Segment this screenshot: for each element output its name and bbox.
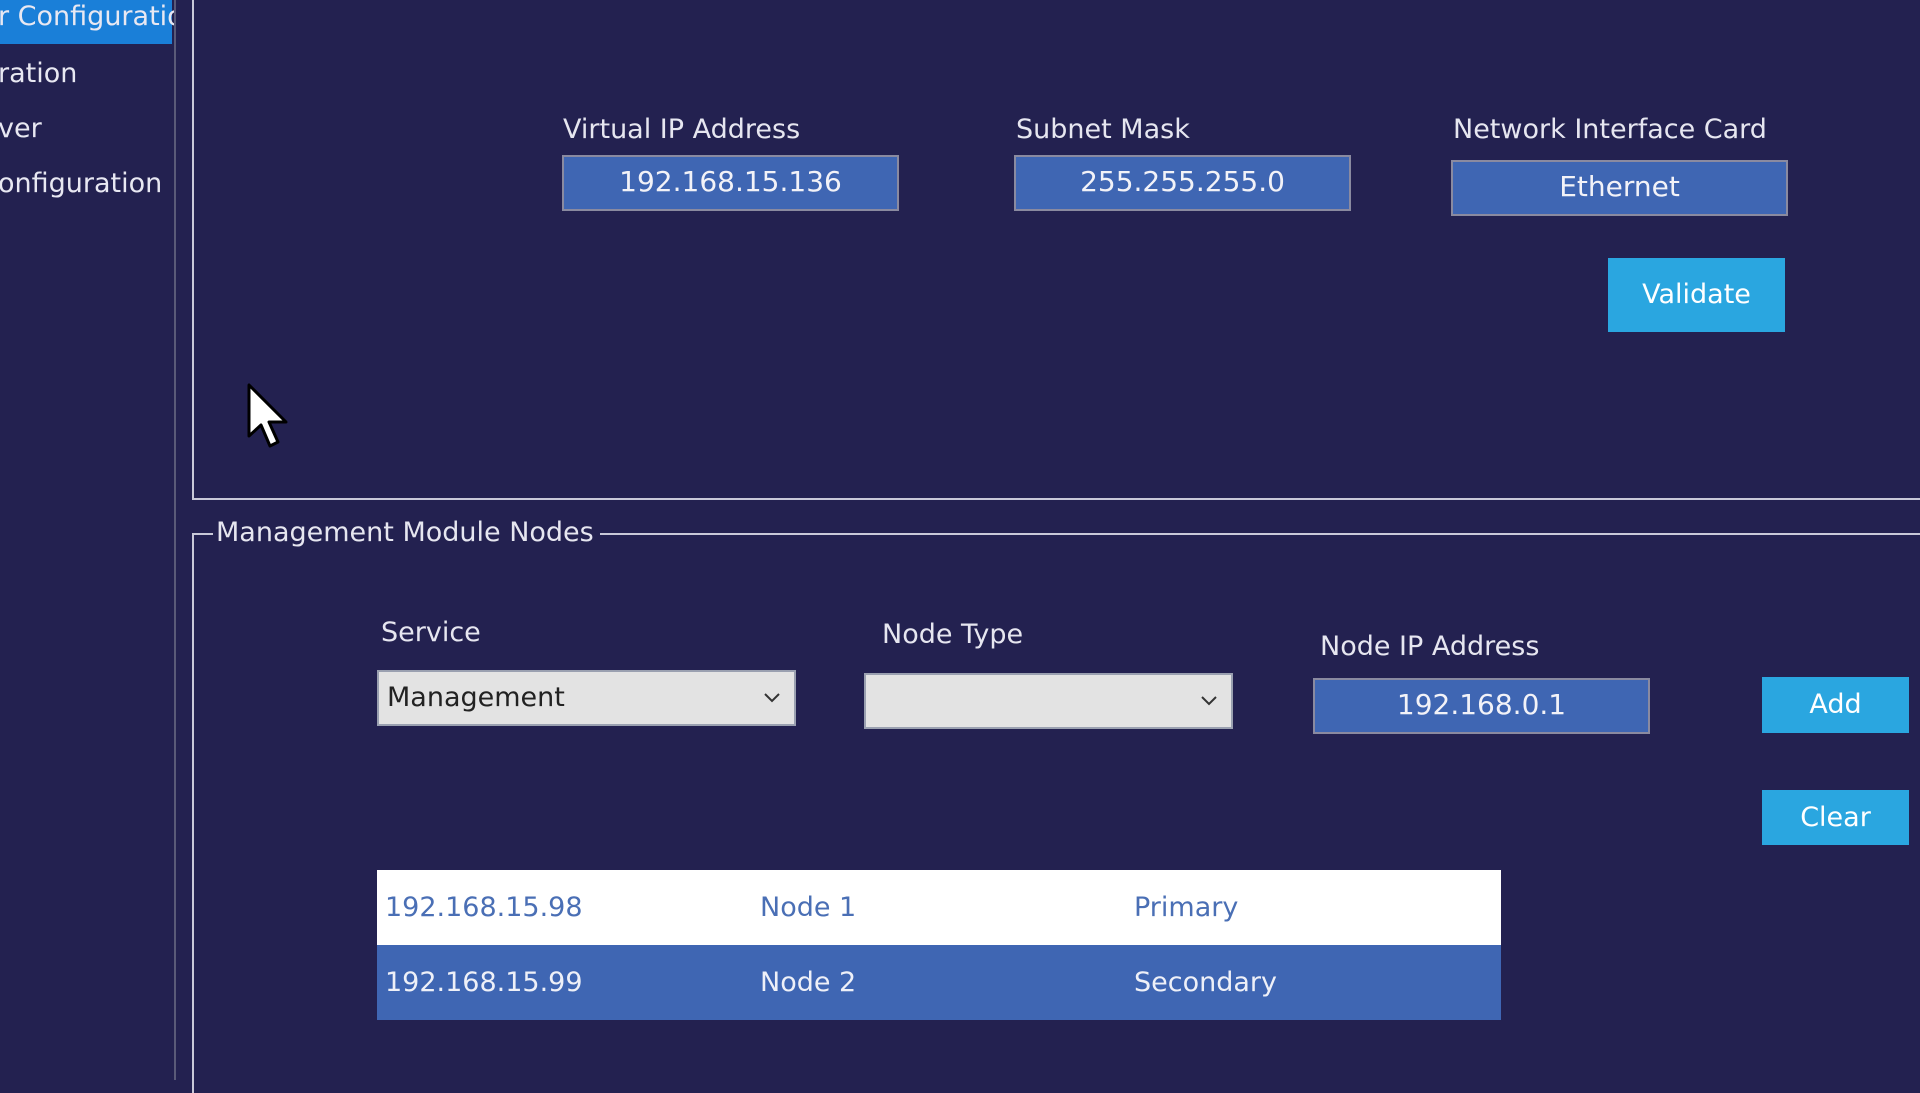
node-role-cell: Secondary xyxy=(1134,967,1277,998)
subnet-mask-input[interactable]: 255.255.255.0 xyxy=(1014,155,1351,211)
node-name-cell: Node 1 xyxy=(760,892,857,923)
sidebar-item-label: onfiguration xyxy=(0,168,163,199)
service-label: Service xyxy=(381,617,481,648)
sidebar-item-configuration-active[interactable]: r Configuratio xyxy=(0,0,174,44)
nic-input[interactable]: Ethernet xyxy=(1451,160,1788,216)
node-name-cell: Node 2 xyxy=(760,967,857,998)
virtual-ip-input[interactable]: 192.168.15.136 xyxy=(562,155,899,211)
virtual-ip-group xyxy=(192,0,1920,500)
sidebar-item-onfiguration[interactable]: onfiguration xyxy=(0,163,174,211)
service-select-value: Management xyxy=(387,682,565,713)
node-role-cell: Primary xyxy=(1134,892,1239,923)
nic-label: Network Interface Card xyxy=(1453,114,1767,145)
management-module-nodes-title: Management Module Nodes xyxy=(213,517,600,549)
virtual-ip-label: Virtual IP Address xyxy=(563,114,801,145)
validate-button[interactable]: Validate xyxy=(1608,258,1785,332)
list-item[interactable]: 192.168.15.98 Node 1 Primary xyxy=(377,870,1501,945)
node-type-label: Node Type xyxy=(882,619,1024,650)
sidebar-item-label: r Configuratio xyxy=(0,1,176,32)
nodes-list[interactable]: 192.168.15.98 Node 1 Primary 192.168.15.… xyxy=(377,870,1501,1020)
node-type-select[interactable] xyxy=(864,673,1233,729)
chevron-down-icon xyxy=(1201,696,1217,706)
node-ip-label: Node IP Address xyxy=(1320,631,1540,662)
service-select[interactable]: Management xyxy=(377,670,796,726)
node-ip-cell: 192.168.15.98 xyxy=(385,892,583,923)
sidebar-item-ration[interactable]: ration xyxy=(0,53,174,101)
node-ip-input[interactable]: 192.168.0.1 xyxy=(1313,678,1650,734)
sidebar-item-label: ver xyxy=(0,113,42,144)
clear-button[interactable]: Clear xyxy=(1762,790,1909,845)
sidebar-item-label: ration xyxy=(0,58,78,89)
sidebar-item-ver[interactable]: ver xyxy=(0,108,174,156)
add-button[interactable]: Add xyxy=(1762,677,1909,733)
node-ip-cell: 192.168.15.99 xyxy=(385,967,583,998)
mouse-cursor-icon xyxy=(247,383,288,448)
chevron-down-icon xyxy=(764,693,780,703)
subnet-mask-label: Subnet Mask xyxy=(1016,114,1190,145)
sidebar: r Configuratio ration ver onfiguration xyxy=(0,0,176,1080)
list-item-selected[interactable]: 192.168.15.99 Node 2 Secondary xyxy=(377,945,1501,1020)
group-border-tick xyxy=(192,533,210,535)
